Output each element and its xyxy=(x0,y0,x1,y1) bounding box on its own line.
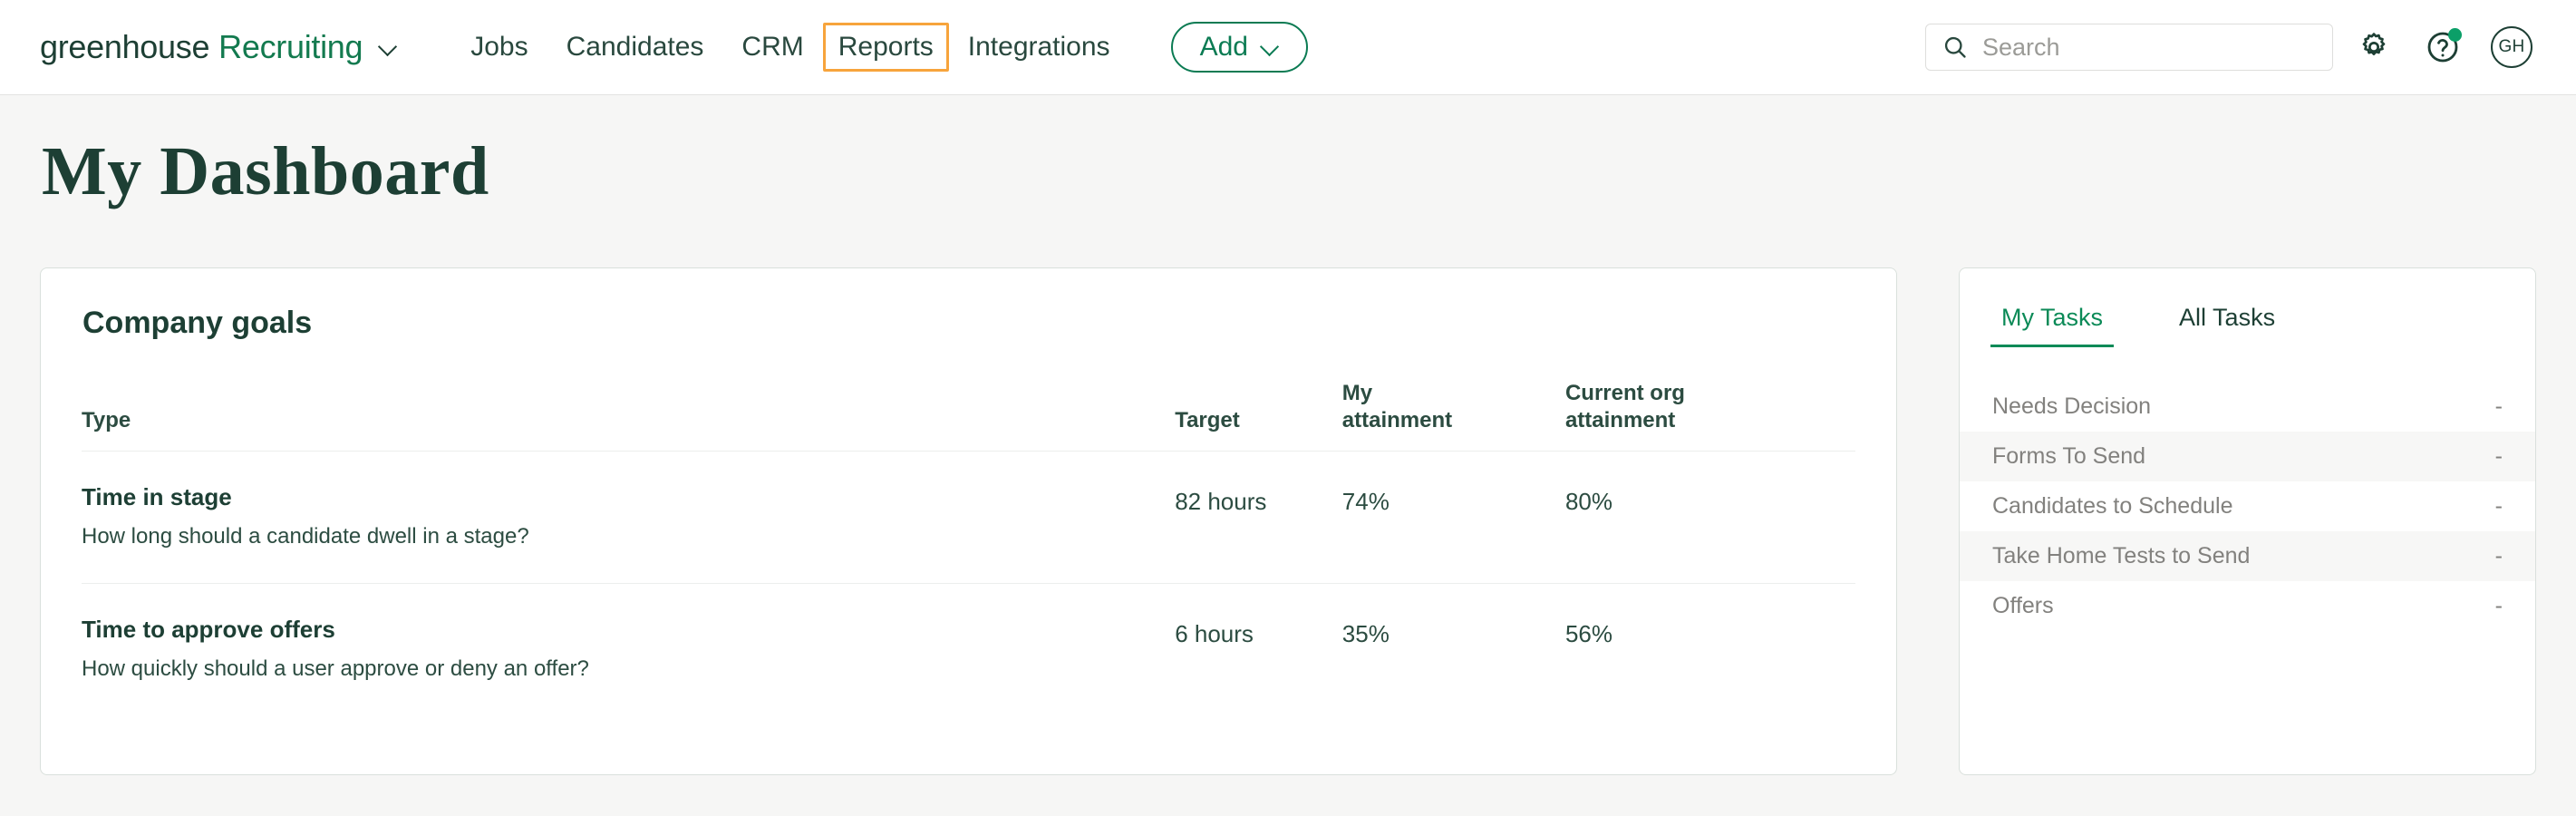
table-body: Time in stage How long should a candidat… xyxy=(82,451,1855,714)
nav-item-integrations[interactable]: Integrations xyxy=(949,23,1129,72)
goal-description: How long should a candidate dwell in a s… xyxy=(82,522,1175,550)
task-count: - xyxy=(2495,493,2503,520)
tab-my-tasks[interactable]: My Tasks xyxy=(1990,296,2114,347)
list-item[interactable]: Candidates to Schedule - xyxy=(1960,481,2535,531)
column-header-org-attainment: Current org attainment xyxy=(1565,342,1855,452)
table-row[interactable]: Time in stage How long should a candidat… xyxy=(82,451,1855,583)
column-header-my-attainment-line2: attainment xyxy=(1342,408,1452,432)
tasks-tabs: My Tasks All Tasks xyxy=(1960,268,2535,347)
tasks-card: My Tasks All Tasks Needs Decision - Form… xyxy=(1959,267,2536,775)
goal-org-attainment: 80% xyxy=(1565,451,1855,583)
page-title: My Dashboard xyxy=(42,137,2536,206)
column-header-type: Type xyxy=(82,342,1175,452)
goal-type-cell: Time to approve offers How quickly shoul… xyxy=(82,583,1175,714)
dashboard-layout: Company goals Type Target My attainment … xyxy=(40,267,2536,775)
nav-right-cluster: GH xyxy=(1925,19,2540,75)
task-label: Forms To Send xyxy=(1992,443,2145,470)
column-header-org-attainment-line2: attainment xyxy=(1565,408,1675,432)
chevron-down-icon xyxy=(1261,38,1279,56)
goal-type-cell: Time in stage How long should a candidat… xyxy=(82,451,1175,583)
company-goals-title: Company goals xyxy=(41,268,1896,342)
task-label: Take Home Tests to Send xyxy=(1992,543,2250,569)
search-box[interactable] xyxy=(1925,24,2333,71)
goal-org-attainment: 56% xyxy=(1565,583,1855,714)
main-nav: Jobs Candidates CRM Reports Integrations xyxy=(451,23,1128,72)
list-item[interactable]: Needs Decision - xyxy=(1960,382,2535,432)
task-count: - xyxy=(2495,393,2503,420)
nav-item-reports[interactable]: Reports xyxy=(823,23,949,72)
table-header-row: Type Target My attainment Current org at… xyxy=(82,342,1855,452)
add-button[interactable]: Add xyxy=(1171,22,1308,73)
user-menu-button[interactable]: GH xyxy=(2484,19,2540,75)
column-header-org-attainment-line1: Current org xyxy=(1565,381,1685,405)
tasks-list: Needs Decision - Forms To Send - Candida… xyxy=(1960,382,2535,631)
column-header-my-attainment-line1: My xyxy=(1342,381,1372,405)
task-label: Candidates to Schedule xyxy=(1992,493,2232,520)
page-body: My Dashboard Company goals Type Target M… xyxy=(0,137,2576,775)
gear-icon xyxy=(2358,31,2390,63)
goal-name: Time in stage xyxy=(82,482,1175,513)
task-count: - xyxy=(2495,443,2503,470)
chevron-down-icon[interactable] xyxy=(379,38,397,56)
table-row[interactable]: Time to approve offers How quickly shoul… xyxy=(82,583,1855,714)
task-label: Needs Decision xyxy=(1992,393,2151,420)
settings-button[interactable] xyxy=(2346,19,2402,75)
goal-target: 82 hours xyxy=(1175,451,1342,583)
task-count: - xyxy=(2495,593,2503,619)
goal-my-attainment: 35% xyxy=(1342,583,1565,714)
nav-item-candidates[interactable]: Candidates xyxy=(547,23,723,72)
nav-item-crm[interactable]: CRM xyxy=(722,23,822,72)
tab-all-tasks[interactable]: All Tasks xyxy=(2168,296,2286,347)
add-button-label: Add xyxy=(1200,32,1248,63)
search-input[interactable] xyxy=(1982,34,2316,62)
search-icon xyxy=(1942,34,1968,60)
brand-word-recruiting: Recruiting xyxy=(218,28,363,65)
company-goals-table: Type Target My attainment Current org at… xyxy=(82,342,1855,715)
task-label: Offers xyxy=(1992,593,2054,619)
list-item[interactable]: Forms To Send - xyxy=(1960,432,2535,481)
top-navigation-bar: greenhouseRecruiting Jobs Candidates CRM… xyxy=(0,0,2576,95)
list-item[interactable]: Take Home Tests to Send - xyxy=(1960,531,2535,581)
column-header-target: Target xyxy=(1175,342,1342,452)
brand-name: greenhouseRecruiting xyxy=(40,31,363,63)
notification-dot xyxy=(2448,28,2462,42)
help-button[interactable] xyxy=(2415,19,2471,75)
brand-word-greenhouse: greenhouse xyxy=(40,28,209,65)
avatar: GH xyxy=(2491,26,2532,68)
nav-item-jobs[interactable]: Jobs xyxy=(451,23,547,72)
list-item[interactable]: Offers - xyxy=(1960,581,2535,631)
goal-description: How quickly should a user approve or den… xyxy=(82,655,1175,683)
goal-my-attainment: 74% xyxy=(1342,451,1565,583)
table-head: Type Target My attainment Current org at… xyxy=(82,342,1855,452)
brand-logo[interactable]: greenhouseRecruiting xyxy=(40,31,397,63)
task-count: - xyxy=(2495,543,2503,569)
column-header-my-attainment: My attainment xyxy=(1342,342,1565,452)
company-goals-card: Company goals Type Target My attainment … xyxy=(40,267,1897,775)
goal-target: 6 hours xyxy=(1175,583,1342,714)
goal-name: Time to approve offers xyxy=(82,615,1175,646)
